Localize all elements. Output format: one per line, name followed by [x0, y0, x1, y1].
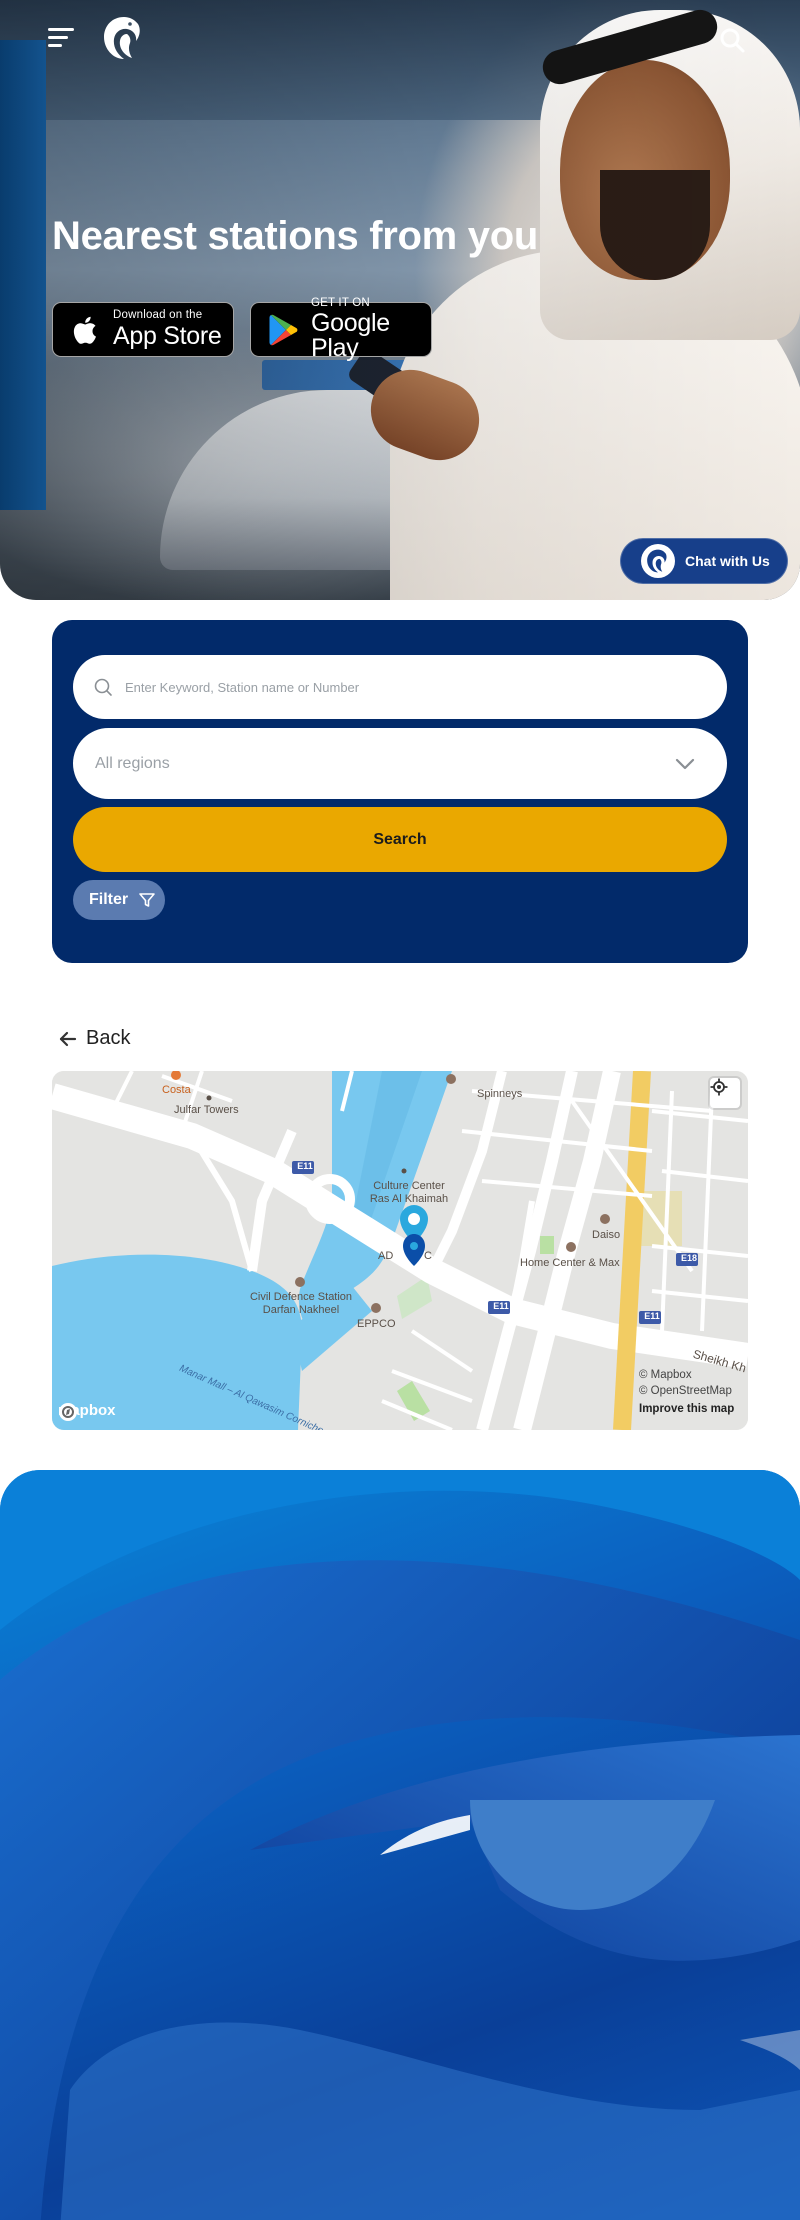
search-icon	[94, 678, 112, 696]
route-shield-e11: E11	[297, 1161, 313, 1171]
chat-with-us-label: Chat with Us	[685, 553, 770, 569]
hamburger-menu-icon[interactable]	[48, 28, 80, 52]
map-label-costa: Costa	[162, 1084, 191, 1096]
funnel-icon	[139, 893, 155, 907]
improve-map-link[interactable]: Improve this map	[639, 1402, 734, 1418]
map-label-adnoc-right: C	[424, 1250, 432, 1262]
mapbox-logo[interactable]: mapbox	[58, 1402, 116, 1421]
station-search-panel: All regions Search Filter	[52, 620, 748, 963]
keyword-search-input[interactable]	[125, 679, 685, 695]
map-label-home-center: Home Center & Max	[520, 1257, 620, 1269]
search-button[interactable]: Search	[73, 807, 727, 872]
chat-with-us-button[interactable]: Chat with Us	[620, 538, 788, 584]
arrow-left-icon	[59, 1031, 77, 1046]
route-shield-e11-2: E11	[493, 1301, 509, 1311]
google-play-button[interactable]: GET IT ON Google Play	[250, 297, 432, 361]
crosshair-icon	[710, 1078, 728, 1096]
app-store-big-text: App Store	[113, 321, 222, 350]
map-label-civil-defence: Civil Defence Station Darfan Nakheel	[249, 1291, 353, 1316]
map-label-spinneys: Spinneys	[477, 1088, 523, 1100]
footer-banner	[0, 1470, 800, 2220]
mapbox-icon	[59, 1403, 77, 1421]
map-label-adnoc-left: AD	[378, 1250, 394, 1262]
attribution-mapbox[interactable]: © Mapbox	[639, 1369, 692, 1381]
map-label-julfar-towers: Julfar Towers	[174, 1104, 239, 1116]
geolocate-button[interactable]	[710, 1078, 740, 1108]
google-play-icon	[269, 314, 298, 345]
google-play-small-text: GET IT ON	[311, 296, 370, 309]
map-label-culture-center: Culture Center Ras Al Khaimah	[369, 1180, 449, 1205]
stations-map[interactable]: Costa Julfar Towers Spinneys Culture Cen…	[52, 1071, 748, 1430]
attribution-osm[interactable]: © OpenStreetMap	[639, 1385, 732, 1397]
falcon-logo-icon[interactable]	[100, 14, 148, 62]
route-shield-e11-3: E11	[644, 1311, 660, 1321]
app-store-small-text: Download on the	[113, 309, 203, 322]
region-select[interactable]: All regions	[73, 728, 727, 799]
filter-button[interactable]: Filter	[73, 880, 165, 920]
region-select-value: All regions	[95, 754, 170, 772]
back-link[interactable]: Back	[58, 1027, 130, 1050]
footer-falcon-graphic	[0, 1470, 800, 2220]
search-icon[interactable]	[718, 26, 746, 54]
page-title: Nearest stations from you	[52, 214, 538, 258]
back-label: Back	[86, 1027, 131, 1049]
falcon-avatar-icon	[641, 544, 675, 578]
chevron-down-icon	[675, 758, 695, 769]
hero-banner: Nearest stations from you Download on th…	[0, 0, 800, 600]
map-label-daiso: Daiso	[592, 1229, 621, 1241]
map-attribution: © Mapbox © OpenStreetMap Improve this ma…	[639, 1368, 734, 1418]
filter-label: Filter	[89, 891, 129, 908]
map-label-eppco: EPPCO	[357, 1318, 396, 1330]
google-play-big-text: Google Play	[311, 309, 390, 363]
keyword-search-field[interactable]	[73, 655, 727, 719]
app-store-button[interactable]: Download on the App Store	[52, 302, 234, 357]
apple-icon	[73, 316, 96, 344]
route-shield-e18: E18	[680, 1253, 697, 1263]
